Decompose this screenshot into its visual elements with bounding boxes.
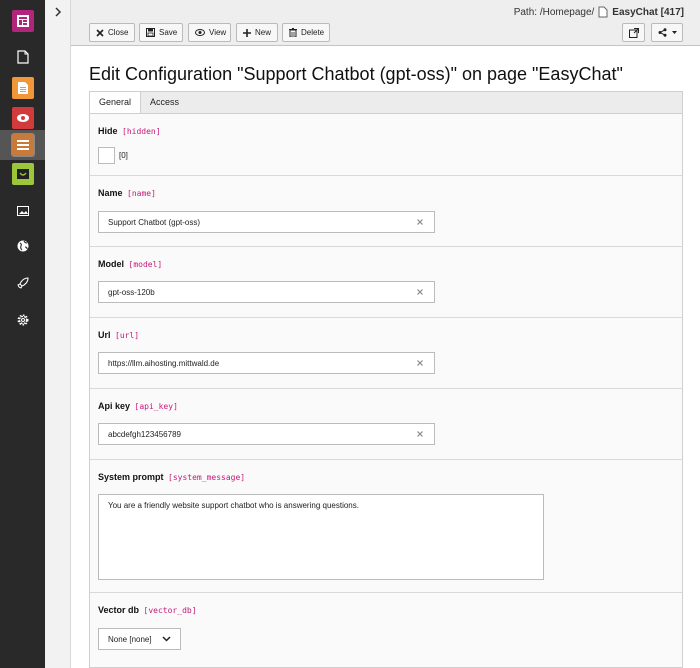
field-hide: Hide [hidden] [0] (90, 114, 682, 176)
field-label: Model [model] (98, 259, 163, 269)
delete-button[interactable]: Delete (282, 23, 330, 42)
page-icon (598, 6, 608, 18)
clear-icon[interactable] (415, 429, 425, 439)
tab-general[interactable]: General (90, 92, 142, 114)
view-button[interactable]: View (188, 23, 231, 42)
field-model: Model [model] gpt-oss-120b (90, 247, 682, 318)
open-new-window-button[interactable] (622, 23, 645, 42)
navigation-collapse-strip (45, 0, 71, 668)
model-input[interactable]: gpt-oss-120b (98, 281, 435, 303)
save-icon (146, 28, 155, 37)
form-panel: Hide [hidden] [0] Name [name] Support Ch… (89, 113, 683, 668)
page-module-icon[interactable] (0, 42, 45, 72)
field-label: Vector db [vector_db] (98, 605, 197, 615)
tab-access[interactable]: Access (141, 92, 188, 113)
field-label: Name [name] (98, 188, 156, 198)
image-module-icon[interactable] (0, 196, 45, 226)
share-dropdown-button[interactable] (651, 23, 683, 42)
trash-icon (289, 28, 297, 37)
doc-header: Path: /Homepage/ EasyChat [417] Close Sa… (71, 0, 700, 46)
close-button[interactable]: Close (89, 23, 135, 42)
rocket-icon[interactable] (0, 268, 45, 298)
field-label: Hide [hidden] (98, 126, 161, 136)
hide-value: [0] (119, 151, 128, 160)
url-input[interactable]: https://llm.aihosting.mittwald.de (98, 352, 435, 374)
close-icon (96, 28, 104, 37)
field-url: Url [url] https://llm.aihosting.mittwald… (90, 318, 682, 389)
clear-icon[interactable] (415, 358, 425, 368)
save-button[interactable]: Save (139, 23, 183, 42)
clear-icon[interactable] (415, 287, 425, 297)
external-link-icon (628, 27, 639, 38)
field-vector-db: Vector db [vector_db] None [none] (90, 593, 682, 667)
api-key-input[interactable]: abcdefgh123456789 (98, 423, 435, 445)
chevron-right-icon[interactable] (53, 6, 63, 18)
breadcrumb: Path: /Homepage/ EasyChat [417] (514, 6, 684, 18)
page-title: EasyChat [417] (612, 6, 684, 18)
vector-db-select[interactable]: None [none] (98, 628, 181, 650)
field-label: System prompt [system_message] (98, 472, 246, 482)
plus-icon (243, 28, 251, 37)
chevron-down-icon (162, 636, 171, 642)
system-prompt-textarea[interactable]: You are a friendly website support chatb… (98, 494, 544, 580)
name-input[interactable]: Support Chatbot (gpt-oss) (98, 211, 435, 233)
content-area: Edit Configuration "Support Chatbot (gpt… (71, 46, 700, 668)
easychat-module-icon[interactable] (0, 159, 45, 189)
view-module-icon[interactable] (0, 103, 45, 133)
eye-icon (195, 29, 205, 36)
field-label: Url [url] (98, 330, 140, 340)
records-module-icon[interactable] (0, 130, 45, 160)
hide-checkbox[interactable] (98, 147, 115, 164)
path-label: Path: /Homepage/ (513, 6, 595, 18)
field-api-key: Api key [api_key] abcdefgh123456789 (90, 389, 682, 460)
share-icon (658, 28, 666, 37)
tab-bar: General Access (89, 91, 683, 114)
field-system-prompt: System prompt [system_message] You are a… (90, 460, 682, 593)
globe-icon[interactable] (0, 231, 45, 261)
module-bar (0, 0, 45, 668)
gear-icon[interactable] (0, 305, 45, 335)
field-name: Name [name] Support Chatbot (gpt-oss) (90, 176, 682, 247)
form-title: Edit Configuration "Support Chatbot (gpt… (89, 64, 623, 84)
clear-icon[interactable] (415, 217, 425, 227)
logo-icon[interactable] (0, 6, 45, 36)
caret-down-icon (671, 31, 677, 34)
field-label: Api key [api_key] (98, 401, 178, 411)
list-module-icon[interactable] (0, 73, 45, 103)
new-button[interactable]: New (236, 23, 278, 42)
